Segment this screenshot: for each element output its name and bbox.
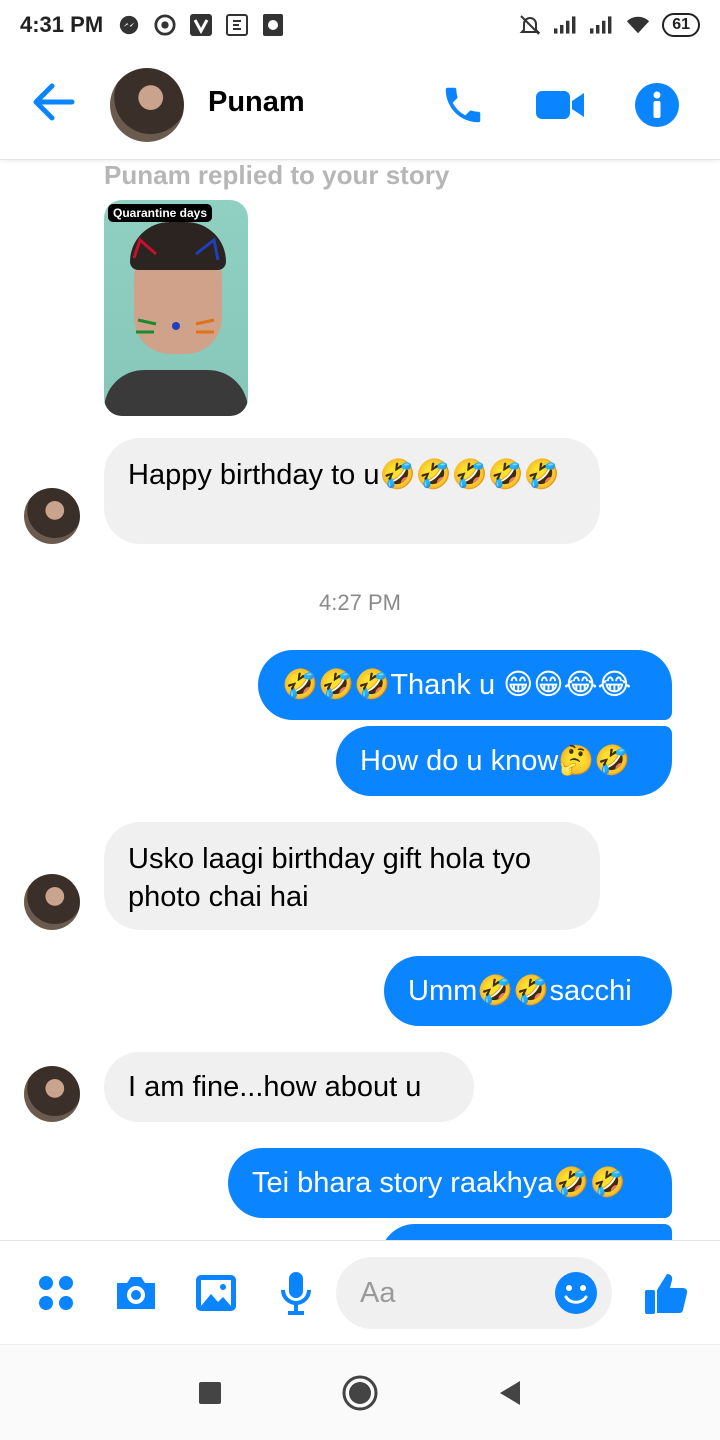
sender-avatar[interactable] — [24, 1066, 80, 1122]
conversation-header: Punam — [0, 50, 720, 160]
phone-call-icon[interactable] — [438, 80, 488, 130]
outgoing-bubble-partial[interactable] — [380, 1224, 672, 1240]
chrome-icon — [153, 13, 177, 37]
system-nav-bar — [0, 1344, 720, 1440]
sender-avatar[interactable] — [24, 874, 80, 930]
status-bar: 4:31 PM 61 — [0, 0, 720, 50]
signal-icon — [554, 13, 578, 37]
timestamp: 4:27 PM — [319, 590, 401, 615]
v-app-icon — [189, 13, 213, 37]
incoming-bubble[interactable]: Usko laagi birthday gift hola tyo photo … — [104, 822, 600, 930]
incoming-bubble[interactable]: I am fine...how about u — [104, 1052, 474, 1122]
outgoing-bubble[interactable]: Tei bhara story raakhya🤣🤣 — [228, 1148, 672, 1218]
back-button-icon[interactable] — [490, 1373, 530, 1413]
message-input[interactable]: Aa — [336, 1257, 612, 1329]
more-apps-icon[interactable] — [32, 1269, 80, 1317]
outgoing-bubble[interactable]: Umm🤣🤣sacchi — [384, 956, 672, 1026]
wifi-icon — [626, 13, 650, 37]
gallery-icon — [261, 13, 285, 37]
emoji-icon[interactable] — [554, 1271, 598, 1315]
sender-avatar[interactable] — [24, 488, 80, 544]
thumbs-up-icon[interactable] — [642, 1269, 690, 1317]
message-composer: Aa — [0, 1240, 720, 1344]
status-time: 4:31 PM — [20, 12, 104, 37]
story-thumbnail[interactable]: Quarantine days — [104, 200, 248, 416]
story-reply-note: Punam replied to your story — [104, 160, 450, 190]
incoming-bubble[interactable]: Happy birthday to u🤣🤣🤣🤣🤣 — [104, 438, 600, 544]
info-icon[interactable] — [632, 80, 682, 130]
video-call-icon[interactable] — [536, 80, 586, 130]
story-tag: Quarantine days — [108, 204, 213, 222]
camera-icon[interactable] — [112, 1269, 160, 1317]
gallery-image-icon[interactable] — [192, 1269, 240, 1317]
silent-bell-icon — [518, 13, 542, 37]
cat-filter-overlay — [132, 237, 220, 334]
messenger-icon — [117, 13, 141, 37]
outgoing-bubble[interactable]: 🤣🤣🤣Thank u 😁😁😂😂 — [258, 650, 672, 720]
battery-icon: 61 — [662, 13, 700, 37]
signal-icon — [590, 13, 614, 37]
microphone-icon[interactable] — [272, 1269, 320, 1317]
back-arrow-icon[interactable] — [32, 82, 80, 126]
message-input-placeholder: Aa — [360, 1277, 396, 1309]
e-app-icon — [225, 13, 249, 37]
outgoing-bubble[interactable]: How do u know🤔🤣 — [336, 726, 672, 796]
recents-button-icon[interactable] — [190, 1373, 230, 1413]
contact-avatar[interactable] — [110, 68, 184, 142]
contact-name[interactable]: Punam — [208, 86, 305, 119]
home-button-icon[interactable] — [340, 1373, 380, 1413]
message-list[interactable]: Punam replied to your story Quarantine d… — [0, 160, 720, 1240]
